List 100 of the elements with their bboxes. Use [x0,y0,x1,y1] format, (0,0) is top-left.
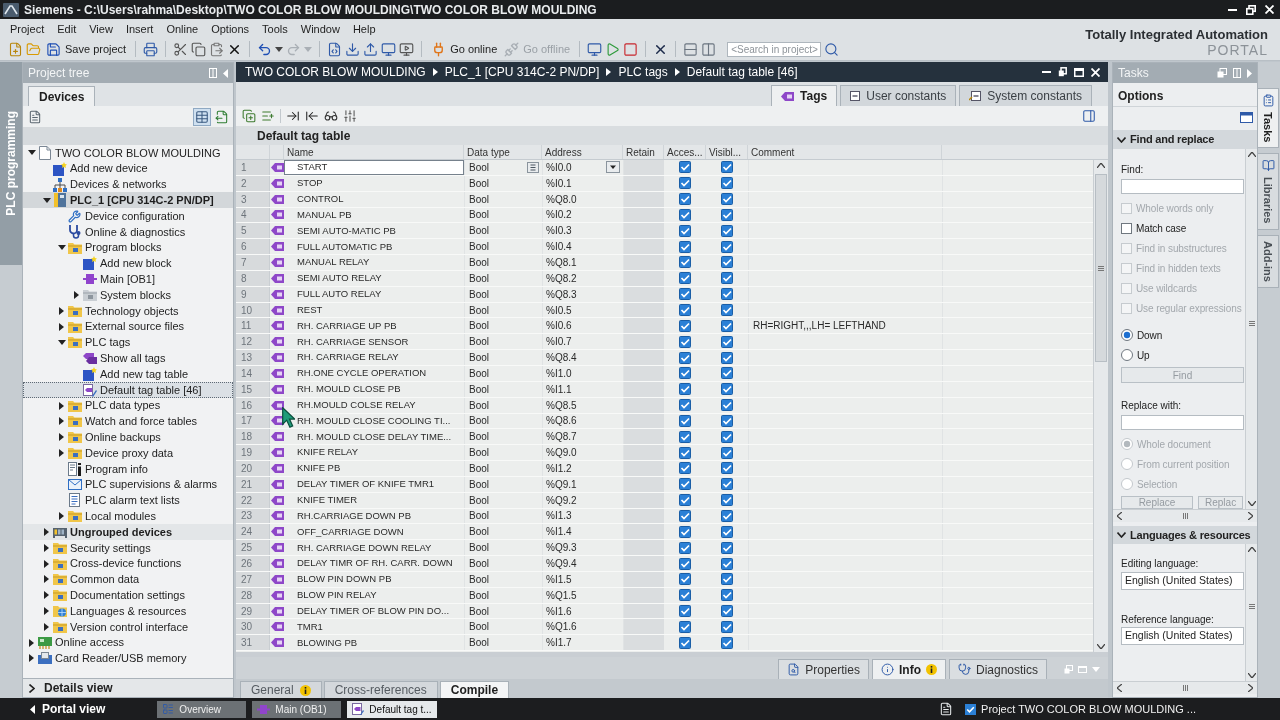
side-tab[interactable]: Add-ins [1258,234,1279,288]
scroll-down-icon[interactable] [1097,644,1105,649]
menu-item[interactable]: Tools [262,20,288,37]
scroll-down-icon[interactable] [1247,501,1256,506]
breadcrumb-item[interactable]: PLC tags [618,63,668,81]
checkbox[interactable] [1121,222,1132,234]
table-cell[interactable]: RH.CARRIAGE DOWN PB [284,508,464,524]
checkbox[interactable] [721,161,733,174]
column-header[interactable]: Comment [748,145,942,159]
arrow-left-to-line-icon[interactable] [305,109,319,123]
checkbox[interactable] [721,272,733,285]
checkbox[interactable] [721,351,733,364]
tab[interactable]: Compile [439,681,510,698]
download-icon[interactable] [345,41,361,57]
column-header[interactable]: Name [284,145,464,159]
checkbox[interactable] [679,288,691,301]
caret-right-icon[interactable] [44,607,49,615]
dropdown-caret-icon[interactable] [275,46,284,52]
tab[interactable]: General [240,681,322,698]
checkbox[interactable] [721,399,733,412]
tab[interactable]: Diagnostics [948,659,1047,679]
tab[interactable]: User constants [840,85,957,106]
monitor-icon[interactable] [587,41,603,57]
table-cell[interactable]: DELAY TIMR OF RH. CARR. DOWN [284,556,464,571]
caret-down-icon[interactable] [42,197,51,203]
caret-right-icon[interactable] [59,322,64,331]
stop-icon[interactable] [623,41,639,57]
section-header[interactable]: Find and replace [1113,130,1257,149]
table-cell[interactable]: OFF_CARRIAGE DOWN [284,524,464,540]
caret-right-icon[interactable] [44,575,49,584]
checkbox[interactable] [721,208,733,221]
tab[interactable]: Info [871,659,946,679]
checkbox[interactable] [721,414,733,427]
tree-item[interactable]: Documentation settings [23,587,233,604]
tree-item[interactable]: Add new tag table [23,366,233,382]
checkbox[interactable] [721,177,733,190]
scroll-left-icon[interactable] [1117,512,1122,520]
horizontal-scrollbar[interactable] [1113,509,1257,522]
checkbox[interactable] [679,557,691,570]
checkbox[interactable] [679,589,691,602]
checkbox[interactable] [721,288,733,301]
checkbox[interactable] [721,383,733,396]
caret-down-icon[interactable] [27,150,36,156]
vertical-scrollbar[interactable] [1245,544,1257,681]
save-button[interactable]: Save project [44,40,129,59]
checkbox[interactable] [679,446,691,459]
checkbox[interactable] [679,494,691,507]
tab[interactable]: Tags [771,85,838,106]
side-tab[interactable]: Libraries [1258,153,1279,230]
tree-item[interactable]: PLC data types [23,397,233,414]
caret-right-icon[interactable] [44,543,49,552]
checkbox[interactable] [679,224,691,237]
tree-item[interactable]: Add new device [23,160,233,177]
panel-icon[interactable] [1082,109,1096,123]
menu-item[interactable]: Project [10,20,45,37]
table-cell[interactable]: SEMI AUTO RELAY [284,270,464,286]
checkbox[interactable] [679,510,691,522]
printer-icon[interactable] [143,41,159,57]
menu-item[interactable]: Options [211,20,250,37]
restore-icon[interactable] [1058,67,1067,77]
checkbox[interactable] [721,573,733,586]
caret-right-icon[interactable] [44,622,49,631]
breadcrumb-item[interactable]: Default tag table [46] [686,63,798,81]
window-tab[interactable]: Main (OB1) [252,700,342,718]
horizontal-scrollbar[interactable] [1113,681,1257,694]
menu-item[interactable]: Edit [57,20,77,37]
checkbox[interactable] [721,541,733,554]
tab[interactable]: Cross-references [323,681,438,698]
table-cell[interactable]: RH. CARRIAGE UP PB [284,318,464,334]
glasses-icon[interactable] [324,109,338,123]
scroll-up-icon[interactable] [1097,163,1105,168]
close-icon[interactable] [1091,67,1100,77]
tree-item[interactable]: Device configuration [23,208,233,224]
menu-item[interactable]: View [89,20,113,37]
column-header[interactable]: Data type [464,145,542,159]
sliders-icon[interactable] [343,109,357,123]
monitor-icon[interactable] [381,41,397,57]
checkbox[interactable] [679,304,691,316]
tab[interactable]: Properties [778,659,869,679]
tree-item[interactable]: PLC tags [23,334,233,351]
language-dropdown[interactable]: English (United States) [1121,572,1244,590]
table-cell[interactable]: RH. CARRIAGE DOWN RELAY [284,540,464,556]
caret-right-icon[interactable] [29,638,34,647]
checkbox[interactable] [679,525,691,538]
checkbox[interactable] [721,319,733,332]
tree-item[interactable]: Default tag table [46] [23,381,233,398]
dropdown-caret-icon[interactable] [606,161,620,174]
checkbox[interactable] [721,620,733,633]
table-cell[interactable]: CONTROL [284,191,464,207]
document-icon[interactable] [28,109,42,124]
side-tab[interactable]: Tasks [1258,88,1279,149]
table-cell[interactable]: FULL AUTO RELAY [284,286,464,302]
language-field[interactable]: English (United States) [1121,627,1244,645]
menu-item[interactable]: Help [352,20,376,37]
checkbox[interactable] [721,335,733,348]
tree-item[interactable]: Program blocks [23,239,233,256]
replace-field[interactable] [1121,415,1244,430]
menu-item[interactable]: Online [166,20,199,37]
caret-right-icon[interactable] [44,528,49,536]
search-icon[interactable] [824,41,840,57]
